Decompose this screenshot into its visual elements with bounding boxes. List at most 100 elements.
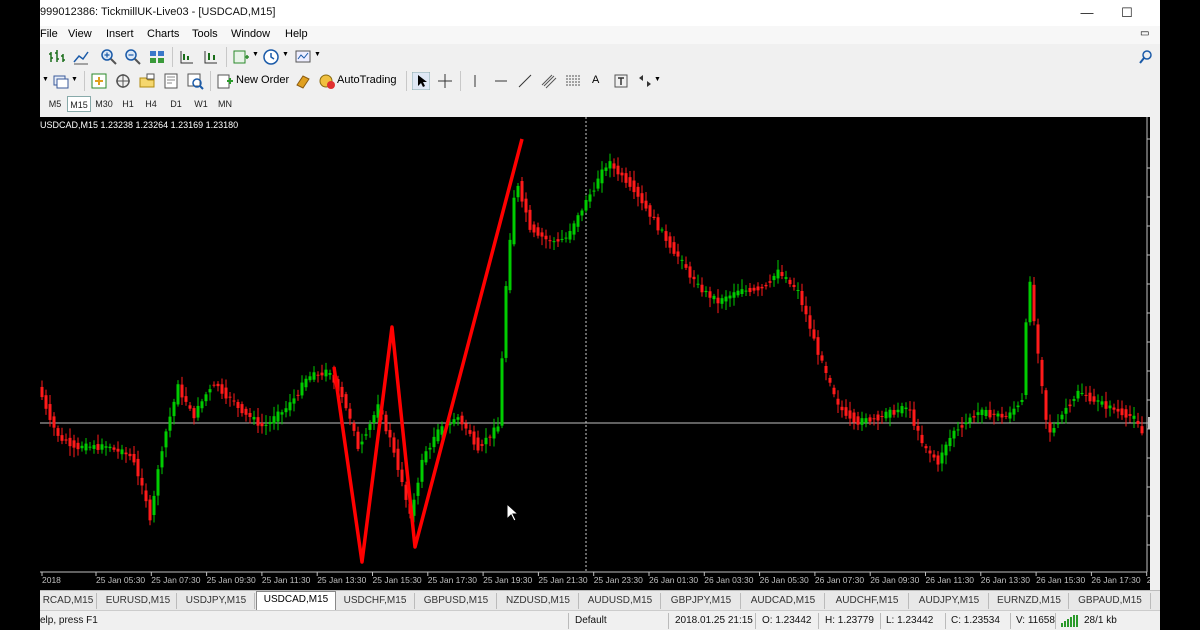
menu-help[interactable]: Help: [285, 28, 308, 40]
minimize-button[interactable]: —: [1075, 4, 1099, 22]
candle-body: [572, 223, 576, 235]
candle-body: [556, 239, 560, 242]
timeframe-mn[interactable]: MN: [213, 96, 237, 112]
metaeditor-icon[interactable]: [294, 72, 312, 90]
new-order-button[interactable]: New Order: [236, 74, 289, 86]
menu-view[interactable]: View: [68, 28, 92, 40]
terminal-icon[interactable]: [162, 72, 180, 90]
tab-symbol[interactable]: NZDUSD,M15: [498, 593, 579, 609]
text-tool-button[interactable]: A: [592, 74, 599, 86]
chevron-down-icon[interactable]: ▼: [282, 51, 289, 58]
candle-body: [672, 242, 676, 254]
candle-body: [372, 415, 376, 423]
candle-body: [824, 366, 828, 373]
tab-symbol[interactable]: GBPUSD,M15: [416, 593, 497, 609]
menu-charts[interactable]: Charts: [147, 28, 179, 40]
tab-symbol[interactable]: AUDCHF,M15: [826, 593, 909, 609]
candle-body: [732, 292, 736, 298]
channel-icon[interactable]: [540, 72, 558, 90]
zoom-out-icon[interactable]: [124, 48, 142, 66]
chart-axes: 1.1.1.1.1.1.1.1.1.1.1.1.1.1.1.1.201825 J…: [40, 117, 1150, 585]
autotrading-button[interactable]: AutoTrading: [337, 74, 397, 86]
cursor-icon[interactable]: [412, 72, 430, 90]
candle-body: [764, 284, 768, 287]
status-separator: [880, 613, 881, 629]
candle-body: [780, 272, 784, 276]
timeframe-m30[interactable]: M30: [92, 96, 116, 112]
candle-body: [976, 412, 980, 415]
profiles-icon[interactable]: [52, 72, 70, 90]
horizontal-line-icon[interactable]: [492, 72, 510, 90]
candle-body: [396, 448, 400, 470]
menu-window[interactable]: Window: [231, 28, 270, 40]
chevron-down-icon[interactable]: ▼: [314, 51, 321, 58]
candle-body: [612, 163, 616, 169]
autotrading-icon[interactable]: [318, 72, 336, 90]
chevron-down-icon[interactable]: ▼: [42, 76, 49, 83]
menu-tools[interactable]: Tools: [192, 28, 218, 40]
candle-body: [240, 404, 244, 414]
text-label-icon[interactable]: [612, 72, 630, 90]
price-chart[interactable]: USDCAD,M15 1.23238 1.23264 1.23169 1.231…: [40, 117, 1150, 590]
chevron-down-icon[interactable]: ▼: [654, 76, 661, 83]
arrows-icon[interactable]: [636, 72, 654, 90]
zoom-in-icon[interactable]: [100, 48, 118, 66]
tab-symbol[interactable]: AUDUSD,M15: [580, 593, 661, 609]
tab-symbol[interactable]: GBPAUD,M15: [1070, 593, 1151, 609]
indicators-icon[interactable]: [232, 48, 250, 66]
vertical-line-icon[interactable]: [466, 72, 484, 90]
candle-body: [1024, 322, 1028, 396]
connection-bars-icon[interactable]: [1061, 615, 1081, 627]
candle-body: [552, 241, 556, 243]
strategy-tester-icon[interactable]: [186, 72, 204, 90]
fibonacci-icon[interactable]: [564, 72, 582, 90]
candle-body: [1056, 423, 1060, 425]
chevron-down-icon[interactable]: ▼: [71, 76, 78, 83]
candle-body: [760, 286, 764, 289]
maximize-button[interactable]: ☐: [1115, 4, 1139, 22]
candle-body: [524, 198, 528, 213]
candle-body: [924, 446, 928, 449]
timeframe-m5[interactable]: M5: [44, 96, 66, 112]
tab-symbol[interactable]: AUDCAD,M15: [742, 593, 825, 609]
tab-symbol[interactable]: EURNZD,M15: [990, 593, 1069, 609]
timeframe-h4[interactable]: H4: [141, 96, 161, 112]
timeframe-h1[interactable]: H1: [118, 96, 138, 112]
data-window-icon[interactable]: [114, 72, 132, 90]
market-watch-icon[interactable]: [90, 72, 108, 90]
autoscroll-icon[interactable]: [202, 48, 220, 66]
tab-symbol-active[interactable]: USDCAD,M15: [256, 591, 336, 612]
candle-body: [696, 283, 700, 285]
candle-body: [1084, 394, 1088, 396]
candle-body: [68, 437, 72, 447]
chart-shift-icon[interactable]: [178, 48, 196, 66]
tab-symbol[interactable]: RCAD,M15: [40, 593, 97, 609]
tab-symbol[interactable]: USDCHF,M15: [336, 593, 415, 609]
timeframe-d1[interactable]: D1: [166, 96, 186, 112]
candle-body: [900, 406, 904, 414]
new-order-icon[interactable]: [216, 72, 234, 90]
search-icon[interactable]: [1137, 48, 1155, 66]
tab-symbol[interactable]: GBPJPY,M15: [662, 593, 741, 609]
chart-canvas[interactable]: USDCAD,M15 1.23238 1.23264 1.23169 1.231…: [40, 117, 1150, 590]
timeframe-m15[interactable]: M15: [67, 96, 91, 112]
tab-symbol[interactable]: EURUSD,M15: [100, 593, 177, 609]
templates-icon[interactable]: [294, 48, 312, 66]
candle-body: [936, 455, 940, 465]
line-chart-icon[interactable]: [72, 48, 90, 66]
menu-insert[interactable]: Insert: [106, 28, 134, 40]
tile-windows-icon[interactable]: [148, 48, 166, 66]
menu-file[interactable]: File: [40, 28, 58, 40]
bar-chart-icon[interactable]: [48, 48, 66, 66]
restore-child-icon[interactable]: ▭: [1140, 28, 1149, 39]
tab-symbol[interactable]: USDJPY,M15: [178, 593, 255, 609]
candle-body: [1008, 412, 1012, 419]
timeframe-w1[interactable]: W1: [190, 96, 212, 112]
trendline-icon[interactable]: [516, 72, 534, 90]
periods-clock-icon[interactable]: [262, 48, 280, 66]
status-separator: [568, 613, 569, 629]
chevron-down-icon[interactable]: ▼: [252, 51, 259, 58]
navigator-icon[interactable]: [138, 72, 156, 90]
tab-symbol[interactable]: AUDJPY,M15: [910, 593, 989, 609]
crosshair-icon[interactable]: [436, 72, 454, 90]
